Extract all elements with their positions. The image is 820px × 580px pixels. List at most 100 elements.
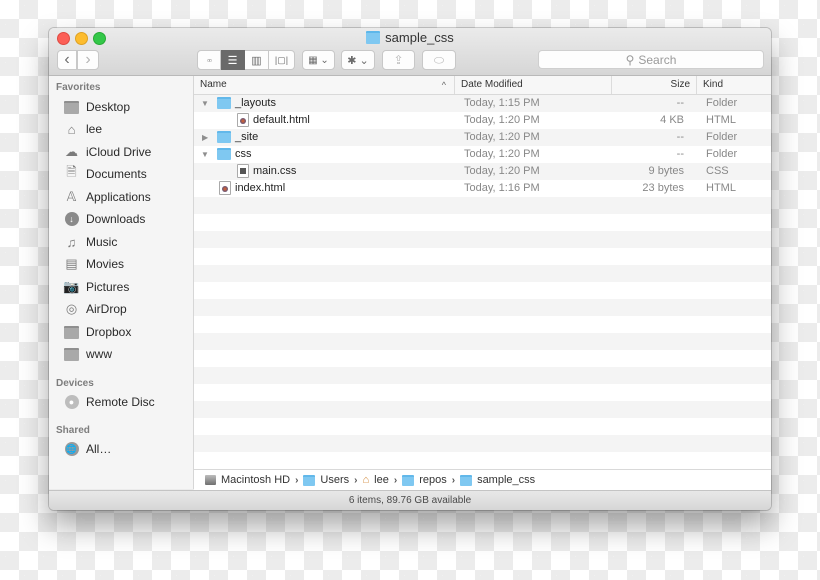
documents-icon: 🗎 — [66, 164, 77, 179]
sidebar-item-applications[interactable]: 𝔸 Applications — [63, 187, 151, 207]
disclosure-expanded-icon[interactable]: ▼ — [201, 146, 209, 163]
share-button[interactable]: ⇪ — [382, 50, 415, 70]
sidebar-item-label: Applications — [86, 190, 151, 204]
home-icon: ⌂ — [362, 474, 370, 486]
window-title: sample_css — [49, 30, 771, 45]
file-row[interactable]: ▼ css Today, 1:20 PM -- Folder — [194, 146, 771, 163]
home-icon: ⌂ — [67, 121, 76, 137]
sidebar-item-label: www — [86, 347, 112, 361]
file-size: -- — [676, 148, 684, 160]
file-row[interactable]: index.html Today, 1:16 PM 23 bytes HTML — [194, 180, 771, 197]
file-name: css — [235, 148, 252, 160]
column-header-size[interactable]: Size — [612, 76, 697, 94]
file-kind: HTML — [706, 182, 736, 194]
forward-button[interactable]: › — [77, 50, 99, 70]
applications-icon: 𝔸 — [66, 189, 77, 204]
status-text: 6 items, 89.76 GB available — [348, 495, 472, 506]
css-file-icon — [237, 163, 249, 180]
file-kind: Folder — [706, 97, 738, 109]
column-header-label: Name — [200, 79, 227, 90]
path-bar: Macintosh HD › Users › ⌂ lee › repos › s… — [194, 469, 771, 490]
sidebar-item-label: iCloud Drive — [86, 145, 152, 159]
sort-ascending-icon: ^ — [441, 80, 446, 90]
html-file-icon — [237, 112, 249, 129]
path-item-macintosh-hd[interactable]: Macintosh HD — [221, 474, 290, 486]
folder-icon — [303, 474, 316, 486]
file-size: 4 KB — [660, 114, 684, 126]
path-separator: › — [451, 474, 456, 486]
network-icon: 🌐 — [63, 442, 80, 456]
icon-view-button[interactable]: ▫▫ — [197, 50, 221, 70]
sidebar-item-label: Dropbox — [86, 325, 132, 339]
back-button[interactable]: ‹ — [57, 50, 77, 70]
downloads-icon: ↓ — [63, 212, 80, 226]
sidebar-item-pictures[interactable]: 📷 Pictures — [63, 277, 129, 297]
search-field[interactable]: ⚲ Search — [538, 50, 764, 69]
search-placeholder: Search — [638, 52, 677, 67]
sidebar-item-label: Music — [86, 235, 118, 249]
column-header-date-modified[interactable]: Date Modified — [455, 76, 612, 94]
sidebar-item-dropbox[interactable]: Dropbox — [63, 322, 131, 342]
cover-flow-icon: |▢| — [274, 54, 289, 65]
sidebar-heading-devices: Devices — [56, 378, 94, 389]
path-item-lee[interactable]: lee — [374, 474, 389, 486]
sidebar-heading-shared: Shared — [56, 425, 90, 436]
folder-icon — [217, 95, 231, 112]
column-view-button[interactable]: ▥ — [245, 50, 269, 70]
column-header: Name ^ Date Modified Size Kind — [194, 76, 771, 95]
column-header-name[interactable]: Name ^ — [194, 76, 455, 94]
column-header-label: Date Modified — [461, 79, 523, 90]
sidebar-item-music[interactable]: ♫ Music — [63, 232, 118, 252]
titlebar: sample_css ‹ › ▫▫ ☰ ▥ |▢| ▦ ⌄ ✱ ⌄ ⇪ ⬭ ⚲ … — [49, 28, 771, 76]
status-bar: 6 items, 89.76 GB available — [49, 490, 771, 510]
tag-icon: ⬭ — [433, 52, 445, 67]
sidebar-item-www[interactable]: www — [63, 344, 112, 364]
sidebar-item-label: lee — [86, 122, 103, 136]
sidebar-item-icloud-drive[interactable]: ☁ iCloud Drive — [63, 142, 151, 162]
sidebar-item-movies[interactable]: ▤ Movies — [63, 254, 124, 274]
chevron-left-icon: ‹ — [64, 51, 70, 68]
sidebar-item-label: AirDrop — [86, 302, 127, 316]
file-kind: CSS — [706, 165, 729, 177]
file-date: Today, 1:20 PM — [464, 114, 540, 126]
path-item-sample-css[interactable]: sample_css — [477, 474, 535, 486]
cover-flow-view-button[interactable]: |▢| — [269, 50, 295, 70]
file-row[interactable]: ▼ _layouts Today, 1:15 PM -- Folder — [194, 95, 771, 112]
disclosure-collapsed-icon[interactable]: ▶ — [202, 129, 208, 146]
sidebar-item-label: Documents — [86, 167, 147, 181]
file-row[interactable]: default.html Today, 1:20 PM 4 KB HTML — [194, 112, 771, 129]
sidebar-item-downloads[interactable]: ↓ Downloads — [63, 209, 145, 229]
music-icon: ♫ — [66, 234, 77, 250]
sidebar: Favorites Desktop ⌂ lee ☁ iCloud Drive 🗎… — [49, 76, 194, 489]
folder-icon — [366, 31, 381, 44]
sidebar-item-documents[interactable]: 🗎 Documents — [63, 164, 147, 184]
tags-button[interactable]: ⬭ — [422, 50, 456, 70]
file-row[interactable]: main.css Today, 1:20 PM 9 bytes CSS — [194, 163, 771, 180]
path-item-users[interactable]: Users — [320, 474, 349, 486]
arrange-button[interactable]: ▦ ⌄ — [302, 50, 335, 70]
file-row[interactable]: ▶ _site Today, 1:20 PM -- Folder — [194, 129, 771, 146]
sidebar-item-remote-disc[interactable]: ● Remote Disc — [63, 392, 155, 412]
sidebar-item-label: Movies — [86, 257, 125, 271]
sidebar-item-lee[interactable]: ⌂ lee — [63, 119, 102, 139]
disclosure-expanded-icon[interactable]: ▼ — [201, 95, 209, 112]
file-name: default.html — [253, 114, 310, 126]
action-button[interactable]: ✱ ⌄ — [341, 50, 375, 70]
column-header-kind[interactable]: Kind — [697, 76, 771, 94]
cloud-icon: ☁ — [65, 144, 78, 159]
path-item-repos[interactable]: repos — [419, 474, 447, 486]
file-name: main.css — [253, 165, 297, 177]
sidebar-item-desktop[interactable]: Desktop — [63, 97, 130, 117]
folder-icon — [63, 347, 80, 361]
window-title-text: sample_css — [385, 30, 454, 45]
sidebar-item-airdrop[interactable]: ◎ AirDrop — [63, 299, 127, 319]
path-separator: › — [393, 474, 398, 486]
grid-icon: ▫▫ — [207, 55, 212, 65]
list-icon: ☰ — [227, 54, 238, 67]
file-kind: HTML — [706, 114, 736, 126]
pictures-icon: 📷 — [63, 279, 80, 294]
sidebar-item-all[interactable]: 🌐 All… — [63, 439, 111, 459]
list-view-button[interactable]: ☰ — [221, 50, 245, 70]
file-date: Today, 1:20 PM — [464, 165, 540, 177]
desktop-icon — [63, 100, 80, 114]
